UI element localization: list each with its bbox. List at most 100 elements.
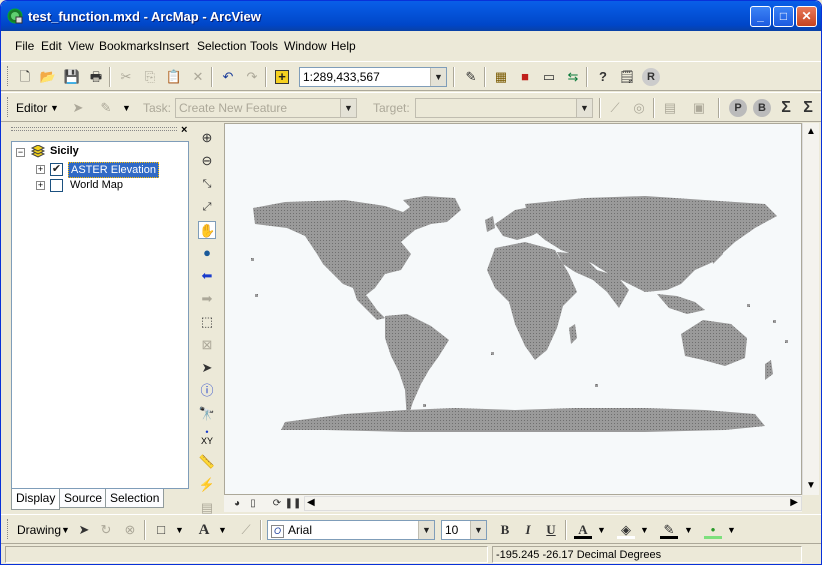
scroll-up-icon[interactable]: ▲ xyxy=(805,125,817,139)
drawing-menu[interactable]: Drawing xyxy=(17,523,61,537)
delete-icon[interactable]: ✕ xyxy=(189,68,207,86)
map-display[interactable] xyxy=(224,123,802,495)
go-to-xy-icon[interactable]: • XY xyxy=(198,428,216,446)
maximize-button[interactable]: □ xyxy=(773,6,794,27)
chevron-down-icon[interactable]: ▼ xyxy=(430,68,446,86)
arccatalog-icon[interactable]: ▦ xyxy=(492,68,510,86)
identify-icon[interactable]: ⓘ xyxy=(198,382,216,400)
p-button[interactable]: P xyxy=(729,99,747,117)
sketch-properties-icon[interactable]: ▣ xyxy=(690,99,708,117)
toolbar-grip[interactable] xyxy=(7,97,10,117)
horizontal-scrollbar[interactable]: ◀ ▶ xyxy=(304,496,802,511)
new-document-icon[interactable]: 🗋 xyxy=(16,68,34,86)
minimize-button[interactable]: _ xyxy=(750,6,771,27)
arctoolbox-icon[interactable]: ■ xyxy=(516,68,534,86)
chevron-down-icon[interactable]: ▼ xyxy=(640,525,649,535)
close-button[interactable]: ✕ xyxy=(796,6,817,27)
measure-icon[interactable]: 📏 xyxy=(198,453,216,471)
split-tool-icon[interactable]: ⟋ xyxy=(606,99,624,117)
font-color-icon[interactable]: A xyxy=(574,521,592,539)
underline-button[interactable]: U xyxy=(542,521,560,539)
chevron-down-icon[interactable]: ▼ xyxy=(597,525,606,535)
chevron-down-icon[interactable]: ▼ xyxy=(175,525,184,535)
pan-icon[interactable]: ✋ xyxy=(198,221,216,239)
bold-button[interactable]: B xyxy=(496,521,514,539)
menu-tools[interactable]: Tools xyxy=(250,39,278,53)
tab-display[interactable]: Display xyxy=(11,489,61,510)
layer-checkbox-world[interactable] xyxy=(50,179,63,192)
map-scale-combo[interactable]: 1:289,433,567 ▼ xyxy=(299,67,447,87)
italic-button[interactable]: I xyxy=(519,521,537,539)
full-extent-icon[interactable]: ● xyxy=(198,244,216,262)
dataframe-name[interactable]: Sicily xyxy=(50,145,79,161)
expand-icon[interactable]: + xyxy=(36,181,45,190)
model-builder-icon[interactable]: ⇆ xyxy=(564,68,582,86)
add-data-icon[interactable]: + xyxy=(273,68,291,86)
rectangle-icon[interactable]: □ xyxy=(152,521,170,539)
zoom-whole-page-icon[interactable]: ⊗ xyxy=(121,521,139,539)
whats-this-icon[interactable]: ? xyxy=(594,68,612,86)
clear-selection-icon[interactable]: ⊠ xyxy=(198,336,216,354)
copy-icon[interactable]: ⎘ xyxy=(141,68,159,86)
chevron-down-icon[interactable]: ▼ xyxy=(340,99,356,117)
layout-view-icon[interactable]: ▯ xyxy=(244,495,262,513)
line-color-icon[interactable]: ✎ xyxy=(660,521,678,539)
vertical-scrollbar[interactable]: ▲ ▼ xyxy=(802,123,819,495)
toc-grip[interactable] xyxy=(11,127,177,131)
tab-selection[interactable]: Selection xyxy=(105,489,165,508)
save-icon[interactable]: 💾 xyxy=(63,68,81,86)
editor-toolbar-icon[interactable]: ✎ xyxy=(462,68,480,86)
expand-icon[interactable]: + xyxy=(36,165,45,174)
task-combo[interactable]: Create New Feature ▼ xyxy=(175,98,357,118)
select-elements-icon[interactable]: ➤ xyxy=(75,521,93,539)
back-extent-icon[interactable]: ⬅ xyxy=(198,267,216,285)
pause-drawing-icon[interactable]: ❚❚ xyxy=(284,495,302,513)
fill-color-icon[interactable]: ◈ xyxy=(617,521,635,539)
toolbar-grip[interactable] xyxy=(7,66,10,86)
scroll-right-icon[interactable]: ▶ xyxy=(790,497,798,508)
command-line-icon[interactable]: ▭ xyxy=(540,68,558,86)
toc-close-icon[interactable]: × xyxy=(181,125,191,136)
hyperlink-icon[interactable]: ⚡ xyxy=(198,476,216,494)
print-icon[interactable]: 🖶 xyxy=(87,68,105,86)
font-size-combo[interactable]: 10 ▼ xyxy=(441,520,487,540)
collapse-icon[interactable]: − xyxy=(16,148,25,157)
attributes-icon[interactable]: ▤ xyxy=(661,99,679,117)
chevron-down-icon[interactable]: ▼ xyxy=(727,525,736,535)
find-icon[interactable]: 🔭 xyxy=(198,405,216,423)
edit-tool-icon[interactable]: ➤ xyxy=(69,99,87,117)
open-folder-icon[interactable]: 📂 xyxy=(39,68,57,86)
zoom-in-icon[interactable]: ⊕ xyxy=(198,129,216,147)
fixed-zoom-out-icon[interactable]: ⤢ xyxy=(198,198,216,216)
menu-view[interactable]: View xyxy=(68,39,94,53)
title-bar[interactable]: test_function.mxd - ArcMap - ArcView _ □… xyxy=(1,1,821,31)
sigma-button[interactable]: Σ xyxy=(777,99,795,117)
menu-file[interactable]: File xyxy=(15,39,34,53)
scroll-down-icon[interactable]: ▼ xyxy=(805,479,817,493)
editor-menu[interactable]: Editor xyxy=(16,101,47,115)
rotate-tool-icon[interactable]: ◎ xyxy=(630,99,648,117)
fixed-zoom-in-icon[interactable]: ⤡ xyxy=(198,175,216,193)
forward-extent-icon[interactable]: ➡ xyxy=(198,290,216,308)
marker-color-icon[interactable]: • xyxy=(704,521,722,539)
paste-icon[interactable]: 📋 xyxy=(165,68,183,86)
redo-icon[interactable]: ↷ xyxy=(243,68,261,86)
chevron-down-icon[interactable]: ▼ xyxy=(576,99,592,117)
menu-selection[interactable]: Selection xyxy=(197,39,246,53)
help-identify-icon[interactable]: 🗒 xyxy=(618,68,636,86)
new-text-icon[interactable]: A xyxy=(195,521,213,539)
zoom-out-icon[interactable]: ⊖ xyxy=(198,152,216,170)
r-icon[interactable]: R xyxy=(642,68,660,86)
toolbar-grip[interactable] xyxy=(7,519,10,539)
chevron-down-icon[interactable]: ▼ xyxy=(218,525,227,535)
chevron-down-icon[interactable]: ▼ xyxy=(470,521,486,539)
menu-insert[interactable]: Insert xyxy=(159,39,189,53)
menu-help[interactable]: Help xyxy=(331,39,356,53)
layer-name-world[interactable]: World Map xyxy=(70,179,123,195)
rotate-icon[interactable]: ↻ xyxy=(97,521,115,539)
scroll-left-icon[interactable]: ◀ xyxy=(307,497,315,508)
font-name-combo[interactable]: O Arial ▼ xyxy=(267,520,435,540)
cut-icon[interactable]: ✂ xyxy=(117,68,135,86)
select-features-icon[interactable]: ⬚ xyxy=(198,313,216,331)
menu-window[interactable]: Window xyxy=(284,39,327,53)
